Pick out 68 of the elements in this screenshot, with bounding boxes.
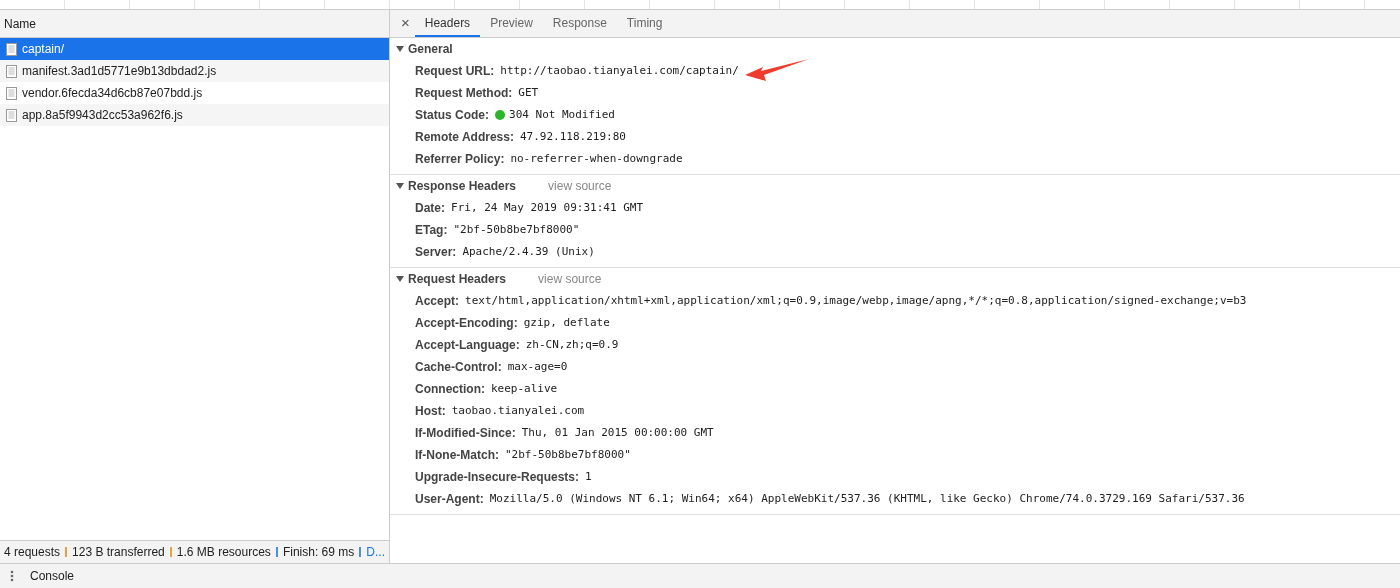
- header-value: 47.92.118.219:80: [519, 128, 626, 145]
- panel-tab[interactable]: Headers: [414, 10, 481, 37]
- header-name: Date:: [415, 200, 445, 217]
- panel-tab[interactable]: Timing: [616, 10, 673, 37]
- header-name: Upgrade-Insecure-Requests:: [415, 469, 580, 486]
- expanded-triangle-icon[interactable]: [396, 45, 404, 53]
- header-name: Connection:: [415, 381, 485, 398]
- header-value: http://taobao.tianyalei.com/captain/: [500, 62, 739, 79]
- header-name: Cache-Control:: [415, 359, 502, 376]
- file-icon: [6, 108, 17, 122]
- close-button[interactable]: ×: [396, 10, 415, 37]
- header-name: Server:: [415, 244, 457, 261]
- header-value: Fri, 24 May 2019 09:31:41 GMT: [451, 199, 644, 216]
- request-name: app.8a5f9943d2cc53a962f6.js: [22, 107, 183, 124]
- request-row[interactable]: captain/: [0, 38, 389, 60]
- header-value: text/html,application/xhtml+xml,application/xml;q=0.9,image/webp,image/apng,*/*;q=0.8,application/signed-exchange;v=b3: [465, 292, 1247, 309]
- summary-text: 1.6 MB resources: [176, 544, 271, 561]
- request-name: vendor.6fecda34d6cb87e07bdd.js: [22, 85, 203, 102]
- header-name: Host:: [415, 403, 446, 420]
- header-value: Mozilla/5.0 (Windows NT 6.1; Win64; x64) AppleWebKit/537.36 (KHTML, like Gecko) Chrome/74.0.3729.169 Safari/537.36: [489, 490, 1245, 507]
- header-value: "2bf-50b8be7bf8000": [453, 221, 580, 238]
- header-name: Referrer Policy:: [415, 151, 505, 168]
- section-title[interactable]: Request Headers: [408, 270, 507, 288]
- header-name: If-Modified-Since:: [415, 425, 516, 442]
- section-title[interactable]: Response Headers: [408, 177, 517, 195]
- header-name: Accept-Encoding:: [415, 315, 518, 332]
- header-value: 304 Not Modified: [509, 106, 615, 123]
- header-value: Apache/2.4.39 (Unix): [462, 243, 595, 260]
- header-value: "2bf-50b8be7bf8000": [505, 446, 631, 463]
- request-name: captain/: [22, 41, 65, 58]
- drawer-tab[interactable]: Console: [30, 567, 75, 585]
- header-name: Status Code:: [415, 107, 489, 124]
- header-value: 1: [585, 468, 592, 485]
- header-name: ETag:: [415, 222, 448, 239]
- summary-text: Finish: 69 ms: [282, 544, 355, 561]
- header-value: zh-CN,zh;q=0.9: [525, 336, 619, 353]
- header-value: Thu, 01 Jan 2015 00:00:00 GMT: [521, 424, 714, 441]
- summary-link[interactable]: D...: [366, 543, 385, 561]
- file-icon: [6, 64, 17, 78]
- expanded-triangle-icon[interactable]: [396, 275, 404, 283]
- header-name: Request URL:: [415, 63, 495, 80]
- panel-tab[interactable]: Response: [542, 10, 617, 37]
- header-value: max-age=0: [507, 358, 568, 375]
- request-name: manifest.3ad1d5771e9b13dbdad2.js: [22, 63, 217, 80]
- header-name: User-Agent:: [415, 491, 484, 508]
- header-value: GET: [518, 84, 539, 101]
- header-value: taobao.tianyalei.com: [451, 402, 585, 419]
- summary-text: 123 B transferred: [72, 544, 165, 561]
- file-icon: [6, 86, 17, 100]
- header-value: gzip, deflate: [523, 314, 610, 331]
- header-name: Remote Address:: [415, 129, 514, 146]
- header-name: Accept-Language:: [415, 337, 520, 354]
- header-value: keep-alive: [491, 380, 558, 397]
- panel-tab[interactable]: Preview: [480, 10, 543, 37]
- view-source-link[interactable]: view source: [538, 270, 602, 288]
- request-row[interactable]: manifest.3ad1d5771e9b13dbdad2.js: [0, 60, 389, 82]
- expanded-triangle-icon[interactable]: [396, 182, 404, 190]
- file-icon: [6, 42, 17, 56]
- view-source-link[interactable]: view source: [548, 177, 612, 195]
- header-name: Request Method:: [415, 85, 513, 102]
- request-row[interactable]: app.8a5f9943d2cc53a962f6.js: [0, 104, 389, 126]
- header-name: If-None-Match:: [415, 447, 499, 464]
- column-header[interactable]: Name: [4, 14, 36, 33]
- more-icon[interactable]: [10, 570, 14, 582]
- header-name: Accept:: [415, 293, 459, 310]
- summary-text: 4 requests: [4, 544, 61, 561]
- header-value: no-referrer-when-downgrade: [510, 150, 683, 167]
- section-title[interactable]: General: [408, 40, 453, 58]
